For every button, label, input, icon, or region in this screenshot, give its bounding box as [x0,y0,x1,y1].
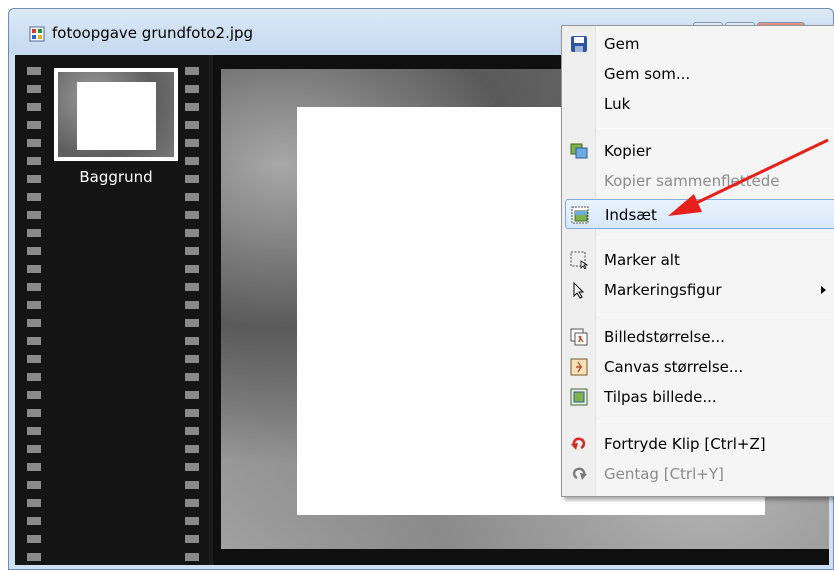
paste-image-icon [571,206,589,224]
redo-icon [572,467,587,480]
copy-image-icon [570,143,588,159]
menu-item-fortryde[interactable]: Fortryde Klip [Ctrl+Z] [565,429,834,459]
floppy-disk-icon [571,36,587,52]
menu-separator [598,314,834,315]
menu-item-gentag: Gentag [Ctrl+Y] [565,459,834,489]
menu-item-luk[interactable]: Luk [565,89,834,119]
layer-label: Baggrund [79,168,153,186]
image-file-icon [29,26,45,42]
menu-separator [598,237,834,238]
film-sprockets-left [27,61,41,561]
layer-thumbnail-image [58,72,174,157]
menu-item-markeringsfigur[interactable]: Markeringsfigur [565,275,834,305]
menu-item-indsaet[interactable]: Indsæt [565,199,834,229]
undo-icon [571,437,586,450]
select-all-icon [570,251,588,269]
fit-image-icon [570,388,588,406]
menu-item-marker-alt[interactable]: Marker alt [565,245,834,275]
menu-item-kopier-sammenflettede: Kopier sammenflettede [604,172,780,190]
menu-item-gem-som[interactable]: Gem som... [565,59,834,89]
submenu-arrow-icon [821,286,826,294]
layer-thumbnail[interactable] [54,68,178,161]
window-title: fotoopgave grundfoto2.jpg [52,24,254,42]
menu-separator [598,421,834,422]
canvas-size-icon [570,358,588,376]
image-size-icon [570,328,588,346]
menu-item-gem[interactable]: Gem [565,29,834,59]
menu-separator [598,128,834,129]
layer-filmstrip: Baggrund [15,55,209,565]
menu-item-tilpas-billede[interactable]: Tilpas billede... [565,382,834,412]
menu-item-kopier[interactable]: Kopier [565,136,834,166]
menu-item-billedstorrelse[interactable]: Billedstørrelse... [565,322,834,352]
film-sprockets-right [185,61,199,561]
selection-cursor-icon [573,281,585,299]
menu-item-canvas-storrelse[interactable]: Canvas størrelse... [565,352,834,382]
context-menu: Gem Gem som... Luk Kopier Kopier sammenf… [561,25,834,497]
